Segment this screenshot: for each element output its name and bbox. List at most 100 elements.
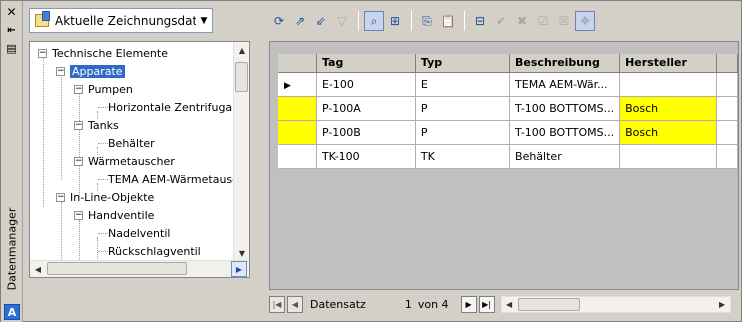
cell-extra[interactable]: [716, 96, 738, 121]
highlight-changes-icon[interactable]: ❖: [575, 11, 595, 31]
scroll-thumb[interactable]: [47, 262, 187, 275]
collapse-icon[interactable]: −: [74, 157, 83, 166]
row-header[interactable]: [278, 144, 317, 169]
last-record-button[interactable]: ▶|: [478, 295, 495, 313]
cell-hersteller[interactable]: Bosch: [619, 120, 717, 145]
table-row[interactable]: P-100B P T-100 BOTTOMS... Bosch: [278, 120, 738, 145]
table-row[interactable]: P-100A P T-100 BOTTOMS... Bosch: [278, 96, 738, 121]
export-icon[interactable]: ⇗: [290, 11, 310, 31]
cell-tag[interactable]: P-100B: [316, 120, 416, 145]
zoom-to-icon[interactable]: ⌕: [364, 11, 384, 31]
cell-extra[interactable]: [716, 144, 738, 169]
tree-line: [79, 93, 80, 197]
cell-typ[interactable]: TK: [415, 144, 511, 169]
drawing-data-icon: [35, 11, 50, 27]
accept-all-icon[interactable]: ☑: [533, 11, 553, 31]
scroll-down-icon[interactable]: ▼: [234, 245, 249, 261]
record-number-input[interactable]: 1: [366, 298, 412, 311]
toolbar-separator: [411, 11, 412, 31]
scroll-up-icon[interactable]: ▲: [234, 42, 249, 58]
chevron-down-icon[interactable]: ▼: [196, 16, 212, 26]
cell-typ[interactable]: E: [415, 72, 511, 97]
cell-extra[interactable]: [716, 120, 738, 145]
tree-node-selected[interactable]: − Apparate: [54, 63, 125, 80]
auto-hide-icon[interactable]: ⇤: [4, 23, 19, 38]
cell-beschreibung[interactable]: T-100 BOTTOMS...: [509, 120, 621, 145]
next-record-button[interactable]: ▶: [460, 295, 477, 313]
scroll-right-icon[interactable]: ▶: [715, 297, 730, 312]
record-total: von 4: [417, 297, 449, 311]
tree-node[interactable]: Rückschlagventil: [90, 243, 201, 260]
cell-typ[interactable]: P: [415, 120, 511, 145]
scroll-thumb[interactable]: [235, 62, 248, 92]
scroll-right-icon[interactable]: ▶: [231, 261, 247, 277]
cell-tag[interactable]: E-100: [316, 72, 416, 97]
collapse-icon[interactable]: −: [74, 211, 83, 220]
reject-all-icon[interactable]: ☒: [554, 11, 574, 31]
tree-line: [98, 251, 108, 252]
record-label: Datensatz: [310, 297, 366, 311]
data-manager-palette: ✕ ⇤ ▤ Datenmanager A Aktuelle Zeichnungs…: [0, 0, 742, 322]
accept-icon[interactable]: ✔: [491, 11, 511, 31]
data-source-value: Aktuelle Zeichnungsdaten: [55, 13, 196, 28]
zoom-settings-icon[interactable]: ⊞: [385, 11, 405, 31]
collapse-icon[interactable]: −: [38, 49, 47, 58]
tree-line: [43, 57, 44, 207]
tree-node[interactable]: − Wärmetauscher: [72, 153, 175, 170]
collapse-icon[interactable]: −: [56, 67, 65, 76]
column-header-beschreibung[interactable]: Beschreibung: [509, 54, 621, 73]
cell-extra[interactable]: [716, 72, 738, 97]
filter-icon[interactable]: ▽: [332, 11, 352, 31]
tree-node[interactable]: Behälter: [90, 135, 155, 152]
cell-typ[interactable]: P: [415, 96, 511, 121]
tree-vertical-scrollbar[interactable]: ▲ ▼: [233, 42, 249, 261]
paste-icon[interactable]: 📋: [438, 11, 458, 31]
tree-node[interactable]: − Pumpen: [72, 81, 133, 98]
tree-line: [98, 233, 108, 234]
data-grid: Tag Typ Beschreibung Hersteller ▶ E-100 …: [269, 41, 739, 290]
tree-node[interactable]: − Technische Elemente: [36, 45, 168, 62]
cell-hersteller[interactable]: Bosch: [619, 96, 717, 121]
tree-line: [61, 202, 62, 261]
cell-hersteller[interactable]: [619, 72, 717, 97]
cell-beschreibung[interactable]: T-100 BOTTOMS...: [509, 96, 621, 121]
first-record-button[interactable]: |◀: [269, 295, 285, 313]
tree-node[interactable]: TEMA AEM-Wärmetausche: [90, 171, 235, 188]
scroll-thumb[interactable]: [517, 297, 580, 311]
properties-menu-icon[interactable]: ▤: [4, 41, 19, 56]
tag-icon[interactable]: ⊟: [470, 11, 490, 31]
collapse-icon[interactable]: −: [56, 193, 65, 202]
import-icon[interactable]: ⇙: [311, 11, 331, 31]
reject-icon[interactable]: ✖: [512, 11, 532, 31]
scroll-left-icon[interactable]: ◀: [30, 261, 46, 277]
table-row[interactable]: TK-100 TK Behälter: [278, 144, 738, 169]
column-header-typ[interactable]: Typ: [415, 54, 511, 73]
row-header[interactable]: [278, 96, 317, 121]
cell-tag[interactable]: P-100A: [316, 96, 416, 121]
refresh-icon[interactable]: ⟳: [269, 11, 289, 31]
tree-node[interactable]: Horizontale Zentrifugalpun: [90, 99, 235, 116]
collapse-icon[interactable]: −: [74, 121, 83, 130]
table-row[interactable]: ▶ E-100 E TEMA AEM-Wär...: [278, 72, 738, 97]
scroll-left-icon[interactable]: ◀: [502, 297, 517, 312]
cell-beschreibung[interactable]: Behälter: [509, 144, 621, 169]
grid-horizontal-scrollbar[interactable]: ◀ ▶: [500, 295, 731, 313]
data-source-dropdown[interactable]: Aktuelle Zeichnungsdaten ▼: [29, 8, 213, 33]
copy-icon[interactable]: ⎘: [417, 11, 437, 31]
tree-node[interactable]: − Tanks: [72, 117, 119, 134]
collapse-icon[interactable]: −: [74, 85, 83, 94]
previous-record-button[interactable]: ◀: [287, 295, 303, 313]
tree-node[interactable]: Nadelventil: [90, 225, 170, 242]
cell-hersteller[interactable]: [619, 144, 717, 169]
column-header-tag[interactable]: Tag: [316, 54, 416, 73]
tree-node[interactable]: − In-Line-Objekte: [54, 189, 154, 206]
tree-node[interactable]: − Handventile: [72, 207, 154, 224]
tree-horizontal-scrollbar[interactable]: ◀ ▶: [30, 260, 249, 277]
row-header[interactable]: [278, 120, 317, 145]
close-icon[interactable]: ✕: [4, 4, 19, 19]
column-header-hersteller[interactable]: Hersteller: [619, 54, 717, 73]
cell-tag[interactable]: TK-100: [316, 144, 416, 169]
tree-line: [98, 107, 108, 108]
row-header[interactable]: ▶: [278, 72, 317, 97]
cell-beschreibung[interactable]: TEMA AEM-Wär...: [509, 72, 621, 97]
